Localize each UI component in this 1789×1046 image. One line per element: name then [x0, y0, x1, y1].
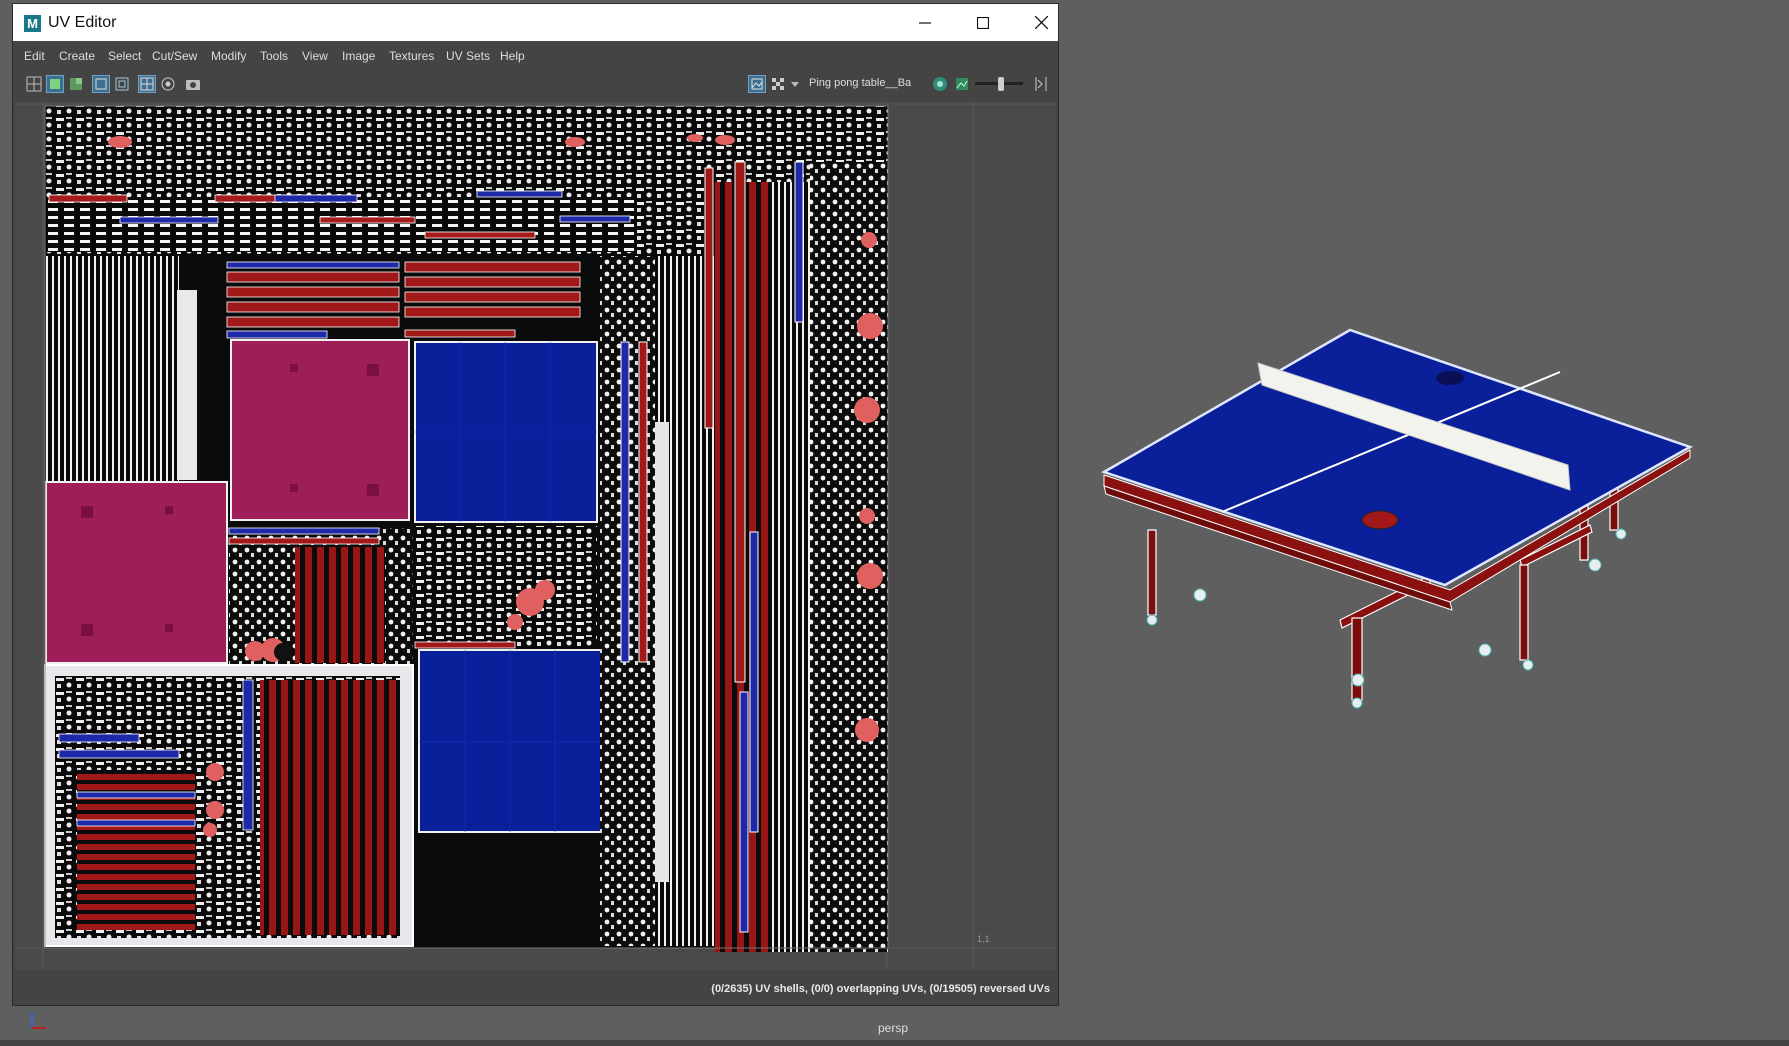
close-icon	[1034, 16, 1048, 29]
menu-tools[interactable]: Tools	[260, 49, 288, 63]
menu-modify[interactable]: Modify	[211, 49, 246, 63]
checker-grid-icon[interactable]	[138, 75, 156, 93]
exposure-icon[interactable]	[953, 75, 971, 93]
ping-pong-table-model	[1100, 328, 1694, 709]
uv-shell-icon[interactable]	[46, 75, 64, 93]
grid-icon[interactable]	[25, 75, 43, 93]
frame-icon[interactable]	[92, 75, 110, 93]
image-display-icon[interactable]	[748, 75, 766, 93]
menu-create[interactable]: Create	[59, 49, 95, 63]
snap-icon[interactable]	[159, 75, 177, 93]
frame-all-icon[interactable]	[113, 75, 131, 93]
menu-select[interactable]: Select	[108, 49, 141, 63]
exposure-slider-handle[interactable]	[998, 77, 1005, 91]
maya-app-icon: M	[24, 15, 41, 32]
viewport-bottom-bar	[0, 1040, 1789, 1046]
snapshot-icon[interactable]	[184, 75, 202, 93]
uv-corner-label: 1,1	[977, 934, 990, 944]
minimize-button[interactable]	[896, 4, 954, 41]
menu-edit[interactable]: Edit	[24, 49, 45, 63]
status-text: (0/2635) UV shells, (0/0) overlapping UV…	[711, 983, 1050, 995]
window-title: UV Editor	[48, 14, 117, 31]
minimize-icon	[919, 21, 931, 24]
status-bar: (0/2635) UV shells, (0/0) overlapping UV…	[13, 972, 1058, 1005]
uv-texture-view[interactable]: 1,1	[15, 102, 1056, 970]
texture-name-field[interactable]: Ping pong table__Ba	[809, 77, 911, 89]
menu-cut-sew[interactable]: Cut/Sew	[152, 49, 197, 63]
uv-editor-window[interactable]: M UV Editor Edit Create Select Cut/Sew M…	[12, 3, 1059, 1006]
maximize-button[interactable]	[954, 4, 1012, 41]
title-bar[interactable]: M UV Editor	[13, 4, 1058, 41]
gamma-icon[interactable]	[1033, 75, 1049, 93]
camera-label: persp	[878, 1021, 909, 1035]
maximize-icon	[977, 16, 989, 29]
menu-uv-sets[interactable]: UV Sets	[446, 49, 490, 63]
toolbar: Ping pong table__Ba	[13, 68, 1058, 100]
menu-view[interactable]: View	[302, 49, 328, 63]
axis-gizmo	[31, 1012, 46, 1029]
texture-icon[interactable]	[67, 75, 85, 93]
menu-bar: Edit Create Select Cut/Sew Modify Tools …	[13, 42, 1058, 68]
color-manage-icon[interactable]	[931, 75, 949, 93]
close-button[interactable]	[1012, 4, 1070, 41]
menu-help[interactable]: Help	[500, 49, 525, 63]
checker-icon[interactable]	[769, 75, 787, 93]
menu-textures[interactable]: Textures	[389, 49, 434, 63]
chevron-down-icon[interactable]	[789, 75, 801, 93]
menu-image[interactable]: Image	[342, 49, 375, 63]
